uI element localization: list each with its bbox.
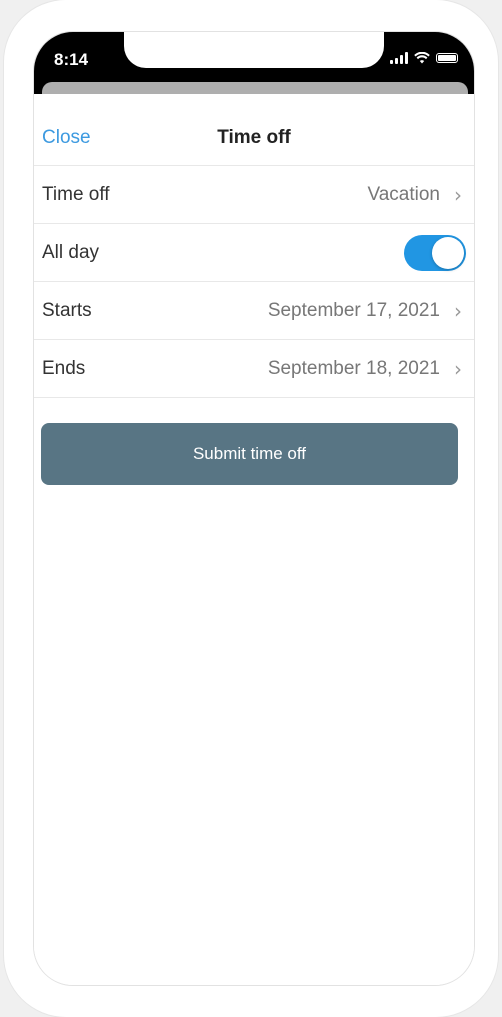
- signal-icon: [390, 52, 408, 64]
- phone-screen: 8:14 Close Time off Time off Vacation › …: [33, 31, 475, 986]
- row-label: Ends: [42, 357, 86, 379]
- chevron-right-icon: ›: [454, 356, 462, 381]
- status-bar: 8:14: [34, 32, 474, 102]
- wifi-icon: [414, 52, 430, 64]
- row-value: Vacation: [367, 183, 440, 205]
- row-label: Time off: [42, 183, 110, 205]
- battery-icon: [436, 53, 458, 63]
- time-off-sheet: Close Time off Time off Vacation › All d…: [34, 94, 474, 985]
- toggle-knob: [432, 236, 464, 269]
- submit-time-off-button[interactable]: Submit time off: [41, 423, 458, 485]
- all-day-toggle[interactable]: [404, 234, 466, 271]
- chevron-right-icon: ›: [454, 298, 462, 323]
- time-off-type-row[interactable]: Time off Vacation ›: [34, 166, 474, 224]
- status-time: 8:14: [54, 50, 89, 69]
- starts-row[interactable]: Starts September 17, 2021 ›: [34, 282, 474, 340]
- row-label: All day: [42, 241, 100, 263]
- ends-row[interactable]: Ends September 18, 2021 ›: [34, 340, 474, 398]
- notch: [124, 32, 384, 68]
- chevron-right-icon: ›: [454, 182, 462, 207]
- row-value: September 18, 2021: [267, 357, 440, 379]
- row-label: Starts: [42, 299, 92, 321]
- row-value: September 17, 2021: [267, 299, 440, 321]
- page-title: Time off: [217, 127, 291, 148]
- all-day-row: All day: [34, 224, 474, 282]
- nav-bar: Close Time off: [34, 94, 474, 166]
- status-icons: [390, 52, 458, 64]
